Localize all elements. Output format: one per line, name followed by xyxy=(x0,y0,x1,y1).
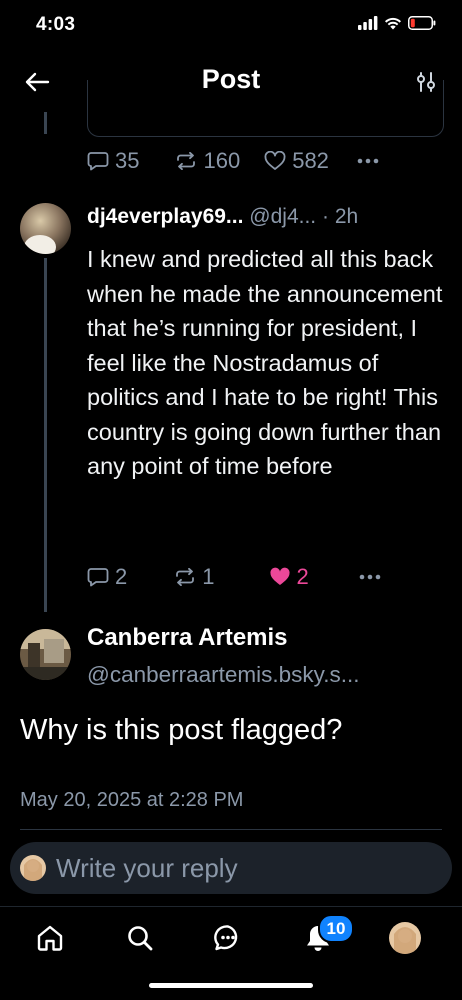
home-icon xyxy=(35,923,65,953)
ellipsis-icon xyxy=(357,158,379,164)
tab-home[interactable] xyxy=(28,916,72,960)
reply-input-placeholder[interactable]: Write your reply xyxy=(56,853,238,884)
repost-button[interactable]: 160 xyxy=(175,150,240,172)
post-time: 2h xyxy=(334,205,359,228)
avatar[interactable] xyxy=(20,629,71,680)
home-indicator[interactable] xyxy=(149,983,313,988)
reply-author-line: dj4everplay69... @dj4... · 2h xyxy=(87,205,358,229)
handle[interactable]: @canberraartemis.bsky.s... xyxy=(87,662,360,688)
status-time: 4:03 xyxy=(36,14,76,35)
like-count: 582 xyxy=(292,148,329,173)
reply-count: 35 xyxy=(115,148,140,173)
avatar[interactable] xyxy=(20,203,71,254)
reply-post-actions: 2 1 2 xyxy=(87,566,381,588)
like-button-active[interactable]: 2 xyxy=(269,566,309,588)
display-name[interactable]: dj4everplay69... xyxy=(87,205,243,228)
display-name[interactable]: Canberra Artemis xyxy=(87,624,288,652)
reply-button[interactable]: 2 xyxy=(87,566,127,588)
more-options-button[interactable] xyxy=(357,158,379,164)
repost-button[interactable]: 1 xyxy=(174,564,215,589)
reply-count: 2 xyxy=(115,564,128,589)
time-separator: · xyxy=(316,205,335,228)
wifi-icon xyxy=(384,16,402,30)
like-count: 2 xyxy=(296,564,309,589)
quoted-post-card[interactable] xyxy=(87,80,444,137)
thread-line xyxy=(44,258,47,612)
status-icons xyxy=(358,16,436,30)
reply-composer[interactable]: Write your reply xyxy=(10,842,452,894)
tabbar-divider xyxy=(0,906,462,907)
battery-low-icon xyxy=(408,16,436,30)
ellipsis-icon xyxy=(359,574,381,580)
heart-outline-icon xyxy=(264,151,286,171)
tab-chat[interactable] xyxy=(206,916,250,960)
search-icon xyxy=(125,923,155,953)
notification-count-badge: 10 xyxy=(318,914,354,943)
repost-count: 1 xyxy=(202,564,215,589)
reply-bubble-icon xyxy=(87,567,109,587)
avatar xyxy=(20,855,46,881)
post-timestamp[interactable]: May 20, 2025 at 2:28 PM xyxy=(20,789,243,812)
chat-bubble-icon xyxy=(213,923,243,953)
like-button[interactable]: 582 xyxy=(264,150,329,172)
heart-filled-icon xyxy=(269,567,291,587)
avatar xyxy=(389,922,421,954)
cellular-signal-icon xyxy=(358,16,378,30)
tab-search[interactable] xyxy=(118,916,162,960)
post-text: I knew and predicted all this back when … xyxy=(87,246,443,479)
repost-icon xyxy=(175,152,197,170)
reply-bubble-icon xyxy=(87,151,109,171)
more-options-button[interactable] xyxy=(359,574,381,580)
repost-icon xyxy=(174,568,196,586)
thread-line xyxy=(44,112,47,134)
repost-count: 160 xyxy=(203,148,241,173)
reply-button[interactable]: 35 xyxy=(87,150,139,172)
tab-profile[interactable] xyxy=(383,916,427,960)
handle[interactable]: @dj4... xyxy=(249,205,316,228)
post-text: Why is this post flagged? xyxy=(20,714,343,746)
divider xyxy=(20,829,442,830)
parent-post-actions: 35 160 582 xyxy=(87,150,379,172)
